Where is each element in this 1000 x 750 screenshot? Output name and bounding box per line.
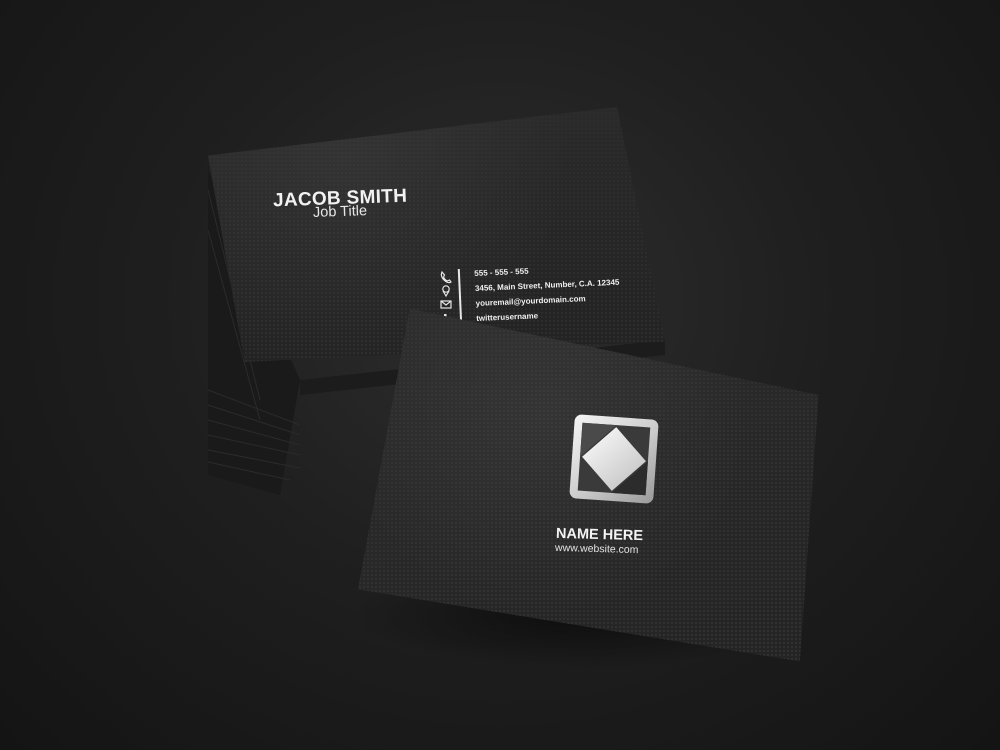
phone-icon xyxy=(440,270,452,284)
front-card-website: www.website.com xyxy=(554,541,639,557)
diamond-square-logo xyxy=(569,414,659,504)
location-pin-icon xyxy=(442,285,450,298)
business-card-mockup-scene: JACOB SMITH Job Title 555 - 555 - 555 34… xyxy=(0,0,1000,750)
contact-list: 555 - 555 - 555 3456, Main Street, Numbe… xyxy=(474,260,621,326)
envelope-icon xyxy=(440,300,452,309)
card-job-title: Job Title xyxy=(312,203,368,221)
